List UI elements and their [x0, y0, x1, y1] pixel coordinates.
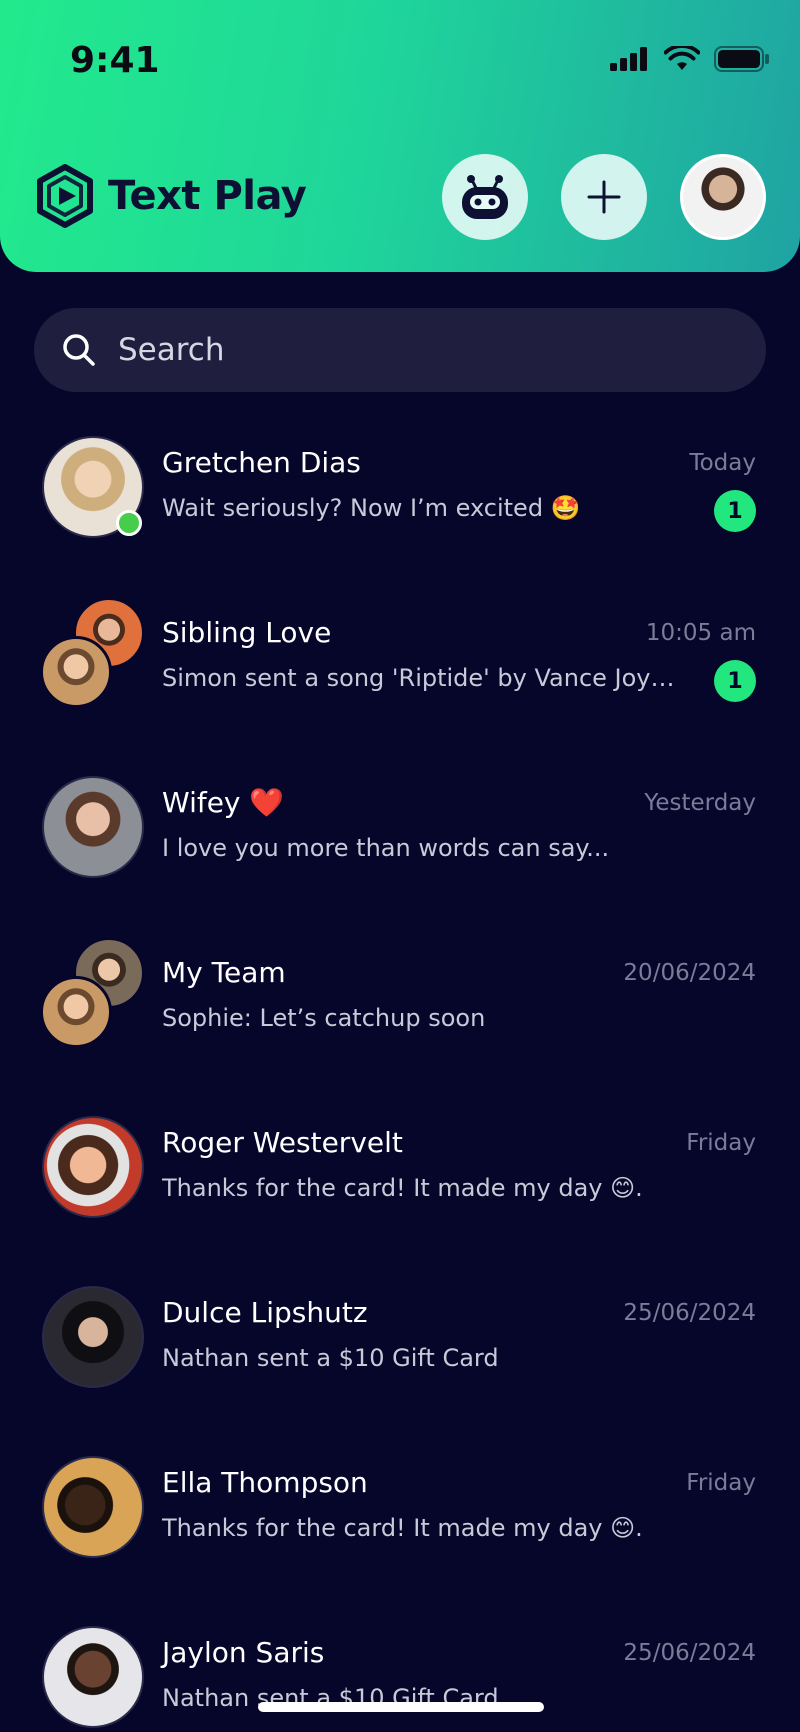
app-logo: Text Play — [32, 163, 307, 229]
chat-preview: Nathan sent a $10 Gift Card — [162, 1344, 499, 1372]
chat-item-roger-westervelt[interactable]: Roger Westervelt Thanks for the card! It… — [0, 1108, 800, 1258]
chat-item-sibling-love[interactable]: Sibling Love Simon sent a song 'Riptide'… — [0, 598, 800, 748]
avatar — [42, 1116, 144, 1218]
chat-name: My Team — [162, 956, 286, 989]
chat-item-ella-thompson[interactable]: Ella Thompson Thanks for the card! It ma… — [0, 1448, 800, 1598]
chat-preview: Thanks for the card! It made my day 😊. — [162, 1514, 643, 1542]
chat-preview: Simon sent a song 'Riptide' by Vance Joy… — [162, 664, 692, 692]
chat-preview: I love you more than words can say... — [162, 834, 610, 862]
chat-time: 20/06/2024 — [623, 960, 756, 986]
chat-item-wifey[interactable]: Wifey ❤️ I love you more than words can … — [0, 768, 800, 918]
online-status-dot — [116, 510, 142, 536]
signal-icon — [610, 47, 647, 71]
chat-time: 25/06/2024 — [623, 1300, 756, 1326]
chat-time: 10:05 am — [645, 620, 756, 646]
status-time: 9:41 — [70, 40, 160, 81]
robot-icon — [462, 175, 508, 219]
app-name: Text Play — [108, 173, 307, 219]
chat-time: Friday — [686, 1130, 756, 1156]
chat-item-gretchen-dias[interactable]: Gretchen Dias Wait seriously? Now I’m ex… — [0, 428, 800, 578]
search-placeholder: Search — [118, 332, 225, 368]
profile-avatar-button[interactable] — [680, 154, 766, 240]
chat-item-jaylon-saris[interactable]: Jaylon Saris Nathan sent a $10 Gift Card… — [0, 1618, 800, 1732]
unread-badge: 1 — [714, 660, 756, 702]
new-chat-button[interactable] — [561, 154, 647, 240]
play-hexagon-icon — [37, 164, 93, 228]
avatar — [42, 1626, 144, 1728]
wifi-icon — [664, 46, 700, 70]
chat-name: Dulce Lipshutz — [162, 1296, 368, 1329]
status-icons — [610, 46, 770, 72]
chat-name: Gretchen Dias — [162, 446, 361, 479]
avatar — [42, 1286, 144, 1388]
chat-time: Friday — [686, 1470, 756, 1496]
status-bar: 9:41 — [0, 0, 800, 110]
search-bar[interactable]: Search — [34, 308, 766, 392]
group-avatar-front — [40, 976, 112, 1048]
chat-preview: Sophie: Let’s catchup soon — [162, 1004, 486, 1032]
chat-item-my-team[interactable]: My Team Sophie: Let’s catchup soon 20/06… — [0, 938, 800, 1088]
avatar — [42, 776, 144, 878]
home-indicator[interactable] — [258, 1702, 544, 1712]
chat-preview: Wait seriously? Now I’m excited 🤩 — [162, 494, 581, 522]
chat-name: Wifey ❤️ — [162, 786, 285, 819]
chat-time: 25/06/2024 — [623, 1640, 756, 1666]
chat-preview: Thanks for the card! It made my day 😊. — [162, 1174, 643, 1202]
app-header: 9:41 Text Play — [0, 0, 800, 272]
chat-name: Sibling Love — [162, 616, 332, 649]
chat-name: Roger Westervelt — [162, 1126, 403, 1159]
ai-bot-button[interactable] — [442, 154, 528, 240]
plus-icon — [587, 180, 621, 214]
chat-name: Jaylon Saris — [162, 1636, 325, 1669]
avatar — [42, 1456, 144, 1558]
chat-time: Today — [689, 450, 756, 476]
chat-name: Ella Thompson — [162, 1466, 368, 1499]
chat-time: Yesterday — [644, 790, 756, 816]
chat-item-dulce-lipshutz[interactable]: Dulce Lipshutz Nathan sent a $10 Gift Ca… — [0, 1278, 800, 1428]
group-avatar-front — [40, 636, 112, 708]
search-icon — [63, 334, 95, 366]
unread-badge: 1 — [714, 490, 756, 532]
battery-icon — [714, 46, 769, 72]
